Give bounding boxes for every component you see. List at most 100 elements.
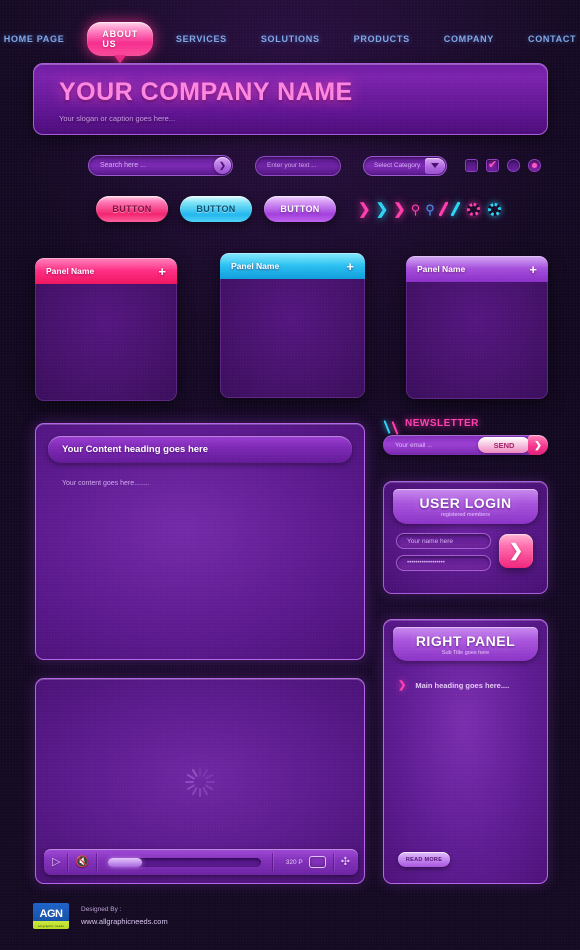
footer: AGN all graphic needs Designed By : www.… xyxy=(33,903,168,929)
content-body-text: Your content goes here........ xyxy=(62,480,150,487)
nav-item-about-us[interactable]: ABOUT US xyxy=(87,22,153,56)
right-panel-subtitle: Sub Title goes here xyxy=(441,649,490,656)
search-input[interactable]: Search here ... ❯ xyxy=(88,155,233,176)
checkbox-unchecked[interactable] xyxy=(465,159,478,172)
chevron-right-icon[interactable]: ❯ xyxy=(528,435,548,455)
search-placeholder: Search here ... xyxy=(100,162,146,169)
right-panel: RIGHT PANEL Sub Title goes here ❯ Main h… xyxy=(383,619,548,884)
panel-header: Panel Name + xyxy=(35,258,177,284)
expand-arrows-icon[interactable]: ✣ xyxy=(341,856,350,868)
panel-card: Panel Name + xyxy=(406,256,548,399)
content-heading: Your Content heading goes here xyxy=(48,436,352,463)
button-cyan[interactable]: BUTTON xyxy=(180,196,252,222)
chevron-right-icon[interactable]: ❯ xyxy=(376,202,389,217)
newsletter-email-placeholder: Your email ... xyxy=(395,441,433,449)
search-icon[interactable]: ⚲ xyxy=(411,203,421,216)
slash-icon xyxy=(438,201,449,217)
plus-icon[interactable]: + xyxy=(158,265,166,278)
slash-icon xyxy=(450,201,461,217)
page-subtitle: Your slogan or caption goes here... xyxy=(59,114,176,123)
content-box: Your Content heading goes here Your cont… xyxy=(35,423,365,660)
sparkle-icon xyxy=(383,420,405,436)
gear-icon[interactable] xyxy=(487,202,501,216)
page-root: HOME PAGE ABOUT US SERVICES SOLUTIONS PR… xyxy=(0,0,580,950)
main-navigation: HOME PAGE ABOUT US SERVICES SOLUTIONS PR… xyxy=(0,22,580,56)
header-banner: YOUR COMPANY NAME Your slogan or caption… xyxy=(33,63,548,135)
chevron-right-icon: ❯ xyxy=(398,680,407,691)
newsletter-email-input[interactable]: Your email ... SEND ❯ xyxy=(383,435,548,455)
decorative-icon-row: ❯ ❯ ❯ ⚲ ⚲ xyxy=(358,201,501,217)
right-panel-header: RIGHT PANEL Sub Title goes here xyxy=(393,627,538,661)
panel-title: Panel Name xyxy=(417,264,466,274)
search-submit-button[interactable]: ❯ xyxy=(214,157,231,174)
footer-credit: Designed By : www.allgraphicneeds.com xyxy=(81,906,168,926)
password-field[interactable]: •••••••••••••••••• xyxy=(396,555,491,571)
plus-icon[interactable]: + xyxy=(529,263,537,276)
right-panel-title: RIGHT PANEL xyxy=(415,632,516,649)
progress-scrubber[interactable] xyxy=(108,857,261,867)
divider xyxy=(271,853,273,871)
newsletter-title: NEWSLETTER xyxy=(405,418,479,429)
page-title: YOUR COMPANY NAME xyxy=(59,78,353,106)
panel-header: Panel Name + xyxy=(220,253,365,279)
newsletter-send-button[interactable]: SEND xyxy=(478,437,530,453)
speaker-mute-icon[interactable]: 🔇 xyxy=(75,856,89,868)
chevron-right-icon[interactable]: ❯ xyxy=(393,202,406,217)
text-field[interactable]: Enter your text ... xyxy=(255,155,341,176)
login-fields: Your name here •••••••••••••••••• xyxy=(396,533,491,571)
designed-by-label: Designed By : xyxy=(81,906,122,913)
agn-logo: AGN all graphic needs xyxy=(33,903,69,929)
panel-title: Panel Name xyxy=(46,266,95,276)
buttons-row: BUTTON BUTTON BUTTON ❯ ❯ ❯ ⚲ ⚲ xyxy=(96,196,501,222)
play-icon[interactable]: ▷ xyxy=(52,856,60,868)
search-icon[interactable]: ⚲ xyxy=(425,203,435,216)
divider xyxy=(67,853,69,871)
nav-item-solutions[interactable]: SOLUTIONS xyxy=(244,34,337,44)
username-placeholder: Your name here xyxy=(407,537,454,545)
text-field-placeholder: Enter your text ... xyxy=(267,162,317,169)
right-panel-item[interactable]: ❯ Main heading goes here.... xyxy=(398,680,547,691)
username-field[interactable]: Your name here xyxy=(396,533,491,549)
progress-fill xyxy=(108,857,142,867)
nav-item-contact[interactable]: CONTACT xyxy=(511,34,580,44)
category-select[interactable]: Select Category xyxy=(363,155,447,176)
screen-icon[interactable] xyxy=(308,856,326,868)
login-subtitle: registered members xyxy=(441,512,490,518)
logo-subtext: all graphic needs xyxy=(37,924,65,928)
video-controls-bar: ▷ 🔇 320 P ✣ xyxy=(44,849,358,875)
video-player[interactable]: ▷ 🔇 320 P ✣ xyxy=(35,678,365,884)
panel-header: Panel Name + xyxy=(406,256,548,282)
login-title: USER LOGIN xyxy=(419,495,512,511)
divider xyxy=(332,853,334,871)
login-submit-button[interactable]: ❯ xyxy=(499,534,533,568)
button-purple[interactable]: BUTTON xyxy=(264,196,336,222)
checkbox-checked[interactable] xyxy=(486,158,499,172)
panel-card: Panel Name + xyxy=(35,258,177,401)
button-pink[interactable]: BUTTON xyxy=(96,196,168,222)
logo-text: AGN xyxy=(39,908,63,920)
radio-on[interactable] xyxy=(528,159,541,172)
divider xyxy=(96,853,98,871)
user-login-panel: USER LOGIN registered members Your name … xyxy=(383,481,548,594)
panel-card: Panel Name + xyxy=(220,253,365,398)
form-controls-row: Search here ... ❯ Enter your text ... Se… xyxy=(88,155,541,176)
website-link[interactable]: www.allgraphicneeds.com xyxy=(81,917,168,926)
plus-icon[interactable]: + xyxy=(346,260,354,273)
panel-title: Panel Name xyxy=(231,261,280,271)
chevron-down-icon[interactable] xyxy=(425,157,445,174)
login-header: USER LOGIN registered members xyxy=(393,489,538,524)
toggle-controls xyxy=(465,158,541,172)
newsletter-widget: NEWSLETTER Your email ... SEND ❯ xyxy=(383,418,548,455)
nav-item-services[interactable]: SERVICES xyxy=(159,34,244,44)
spinner-icon xyxy=(185,767,215,797)
category-select-value: Select Category xyxy=(374,162,421,169)
nav-item-products[interactable]: PRODUCTS xyxy=(337,34,427,44)
password-value: •••••••••••••••••• xyxy=(407,560,445,566)
quality-label[interactable]: 320 P xyxy=(286,859,303,866)
radio-off[interactable] xyxy=(507,159,520,172)
gear-icon[interactable] xyxy=(466,202,480,216)
chevron-right-icon[interactable]: ❯ xyxy=(358,202,371,217)
nav-item-company[interactable]: COMPANY xyxy=(427,34,511,44)
read-more-button[interactable]: READ MORE xyxy=(398,852,450,867)
nav-item-home-page[interactable]: HOME PAGE xyxy=(0,34,81,44)
